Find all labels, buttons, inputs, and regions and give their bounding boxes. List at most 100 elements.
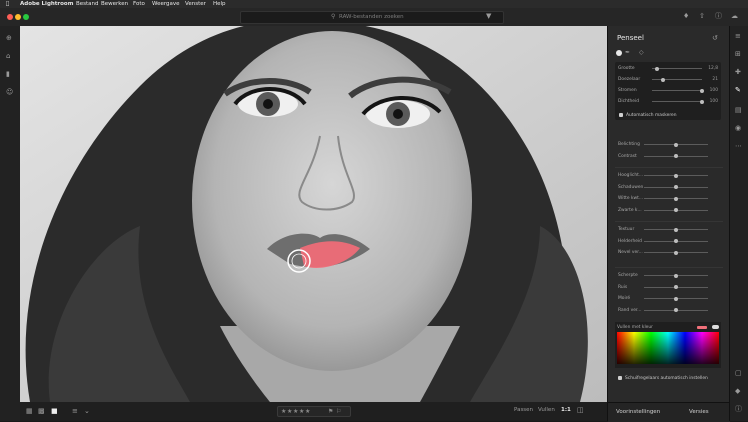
- home-icon[interactable]: ⌂: [6, 52, 10, 60]
- reject-flag-icon[interactable]: ⚐: [336, 407, 341, 416]
- brush-control-track[interactable]: [652, 68, 702, 69]
- cloud-icon[interactable]: ☁: [731, 12, 738, 20]
- brush-control-label: Doezelaar: [618, 77, 641, 82]
- search-icon: ⚲: [331, 13, 336, 20]
- menu-bestand[interactable]: Bestand: [76, 0, 99, 8]
- brush-control-knob[interactable]: [655, 66, 659, 71]
- rating-stars[interactable]: ★★★★★: [281, 407, 311, 416]
- brush-control-value[interactable]: 100: [704, 99, 718, 104]
- rating-control[interactable]: ★★★★★ ⚑ ⚐: [277, 406, 351, 417]
- fill-button[interactable]: Vullen: [538, 407, 555, 413]
- brush-control-track[interactable]: [652, 101, 702, 102]
- comments-icon[interactable]: ▢: [735, 369, 742, 377]
- menu-help[interactable]: Help: [213, 0, 226, 8]
- people-icon[interactable]: ☺: [6, 88, 13, 96]
- brush-control-track[interactable]: [652, 79, 702, 80]
- section-divider: [615, 221, 723, 222]
- fill-color-label: Vullen met kleur: [617, 325, 653, 330]
- adjustment-label: Ruis: [618, 284, 628, 290]
- adjustment-label: Witte kwt...: [618, 196, 644, 201]
- menubar:  Adobe Lightroom Bestand Bewerken Foto …: [0, 0, 748, 8]
- adjustment-knob[interactable]: [674, 227, 678, 232]
- adjustment-knob[interactable]: [674, 196, 678, 201]
- auto-slider-label: Schuifregelaars automatisch instellen: [625, 376, 708, 381]
- square-grid-icon[interactable]: ▩: [38, 407, 45, 415]
- window-toolbar: ⚲ RAW-bestanden zoeken ▼ ♦ ⇧ ⓘ ☁: [0, 8, 748, 27]
- presets-button[interactable]: Voorinstellingen: [616, 409, 660, 415]
- adjustment-knob[interactable]: [674, 185, 678, 189]
- adjustment-knob[interactable]: [674, 308, 678, 312]
- more-icon[interactable]: ⋯: [735, 142, 742, 150]
- color-swatch[interactable]: [697, 326, 707, 329]
- auto-mask-checkbox[interactable]: [619, 113, 623, 117]
- photo-canvas[interactable]: [20, 26, 607, 402]
- menu-bewerken[interactable]: Bewerken: [101, 0, 128, 8]
- edit-icon[interactable]: ≡: [735, 32, 741, 40]
- bottom-toolbar: ▦ ▩ ■ ≡ ⌄ ★★★★★ ⚑ ⚐ Passen Vullen 1:1 ◫: [20, 402, 607, 421]
- heal-icon[interactable]: ✚: [735, 68, 741, 76]
- adjustment-knob[interactable]: [674, 154, 678, 158]
- app-menu[interactable]: Adobe Lightroom: [20, 0, 73, 8]
- color-toggle[interactable]: [712, 325, 719, 329]
- brush-icon[interactable]: ✎: [735, 86, 741, 94]
- versions-button[interactable]: Versies: [689, 409, 709, 415]
- portrait-photo: [20, 26, 607, 402]
- add-photos-icon[interactable]: ⊕: [6, 34, 12, 42]
- tag-icon[interactable]: ◆: [735, 387, 740, 395]
- notifications-icon[interactable]: ♦: [683, 12, 689, 20]
- menu-venster[interactable]: Venster: [185, 0, 206, 8]
- brush-control-knob[interactable]: [660, 77, 665, 82]
- apple-icon[interactable]: : [6, 0, 9, 8]
- adjustment-label: Contrast: [618, 153, 637, 159]
- adjustment-knob[interactable]: [674, 285, 678, 289]
- share-icon[interactable]: ⇧: [699, 12, 705, 20]
- brush-control-track[interactable]: [652, 90, 702, 91]
- zoom-window-button[interactable]: [23, 14, 29, 20]
- right-toolstrip: ≡ ⊞ ✚ ✎ ▤ ◉ ⋯ ▢ ◆ ⓘ: [729, 26, 748, 421]
- crop-icon[interactable]: ⊞: [735, 50, 741, 58]
- adjustment-knob[interactable]: [674, 273, 678, 278]
- adjustment-label: Textuur: [618, 227, 635, 232]
- adjustment-knob[interactable]: [674, 142, 678, 147]
- detail-view-icon[interactable]: ■: [51, 407, 58, 415]
- brush-control-label: Grootte: [618, 66, 635, 71]
- adjustment-knob[interactable]: [674, 239, 678, 243]
- color-picker-spectrum[interactable]: [617, 332, 719, 364]
- brush-control-value[interactable]: 12,8: [704, 66, 718, 71]
- adjustment-label: Scherpte: [618, 273, 638, 278]
- reset-icon[interactable]: ↺: [712, 34, 718, 42]
- brush-add-icon[interactable]: [616, 50, 622, 56]
- minimize-window-button[interactable]: [15, 14, 21, 20]
- adjustment-knob[interactable]: [674, 296, 678, 301]
- adjustment-label: Zwarte k...: [618, 207, 642, 213]
- brush-options-icon[interactable]: ◇: [639, 49, 644, 57]
- adjustment-label: Rand ver...: [618, 307, 642, 313]
- compare-icon[interactable]: ◫: [577, 406, 584, 414]
- fit-button[interactable]: Passen: [514, 407, 533, 413]
- close-window-button[interactable]: [7, 14, 13, 20]
- sort-icon[interactable]: ≡: [72, 407, 78, 415]
- menu-foto[interactable]: Foto: [133, 0, 145, 8]
- brush-control-value[interactable]: 21: [704, 77, 718, 82]
- grid-view-icon[interactable]: ▦: [26, 407, 33, 415]
- library-icon[interactable]: ▮: [6, 70, 10, 78]
- adjustment-knob[interactable]: [674, 250, 678, 255]
- brush-erase-icon[interactable]: ✒: [625, 49, 630, 57]
- help-icon[interactable]: ⓘ: [715, 12, 722, 20]
- adjustment-label: Belichting: [618, 142, 640, 147]
- zoom-1to1-button[interactable]: 1:1: [561, 407, 571, 413]
- linear-gradient-icon[interactable]: ▤: [735, 106, 742, 114]
- search-input[interactable]: RAW-bestanden zoeken: [339, 14, 404, 20]
- filter-icon[interactable]: ▼: [486, 12, 491, 20]
- search-field[interactable]: ⚲ RAW-bestanden zoeken: [240, 11, 504, 24]
- adjustment-knob[interactable]: [674, 208, 678, 212]
- adjustment-knob[interactable]: [674, 173, 678, 178]
- radial-gradient-icon[interactable]: ◉: [735, 124, 741, 132]
- flag-icon[interactable]: ⚑: [328, 407, 333, 416]
- chevron-down-icon[interactable]: ⌄: [84, 407, 90, 415]
- auto-slider-checkbox[interactable]: [618, 376, 622, 380]
- brush-control-value[interactable]: 100: [704, 88, 718, 93]
- menu-weergave[interactable]: Weergave: [152, 0, 180, 8]
- info-icon[interactable]: ⓘ: [735, 405, 742, 413]
- rating-star-icon[interactable]: ★: [305, 407, 311, 416]
